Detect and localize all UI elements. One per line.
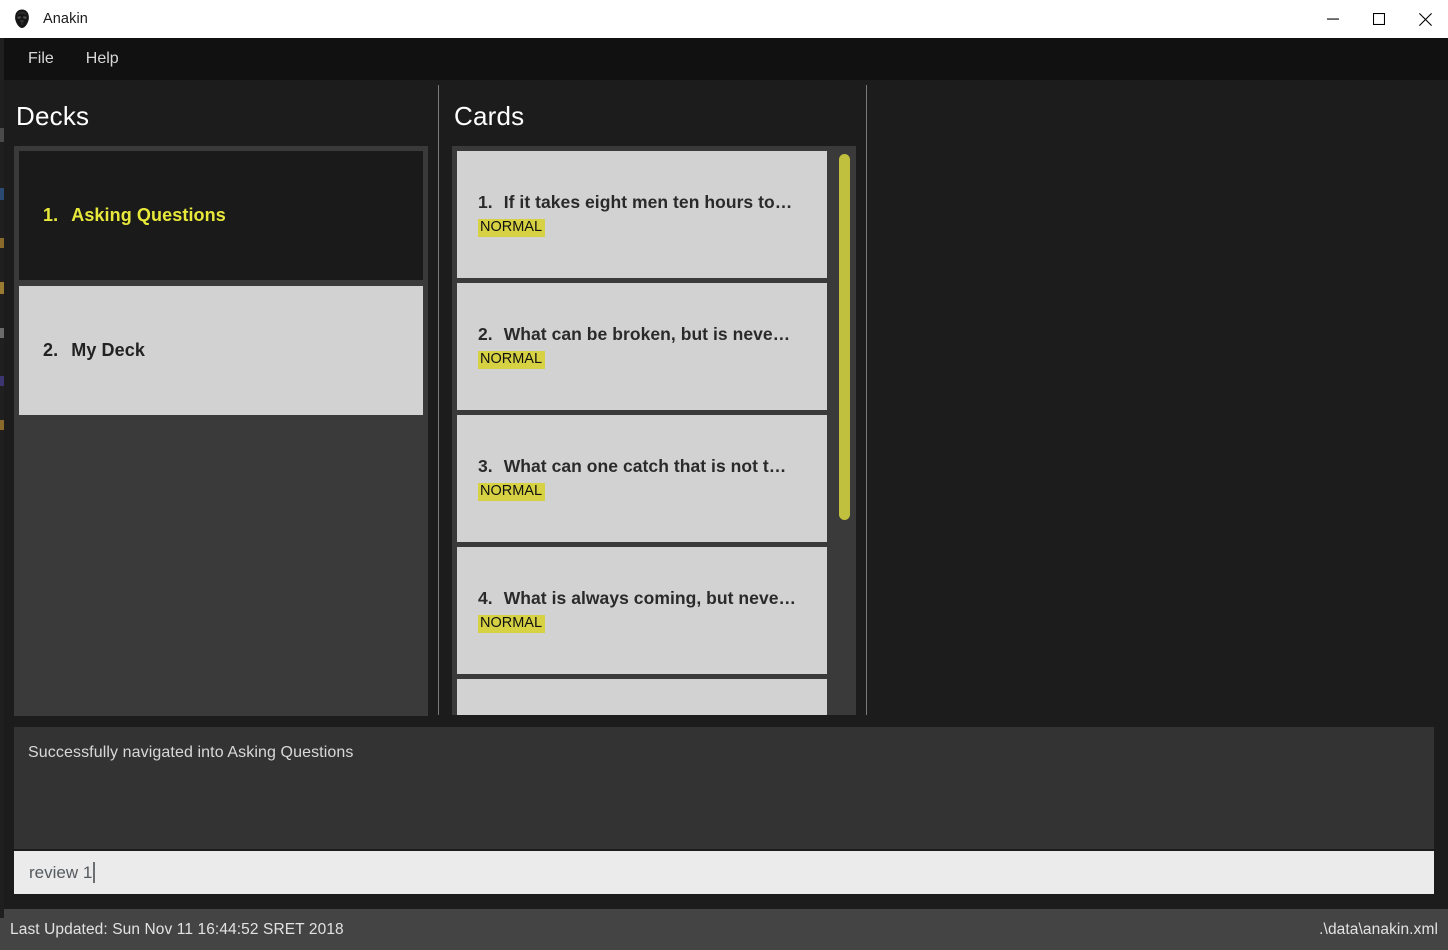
menu-item-help[interactable]: Help <box>78 46 127 72</box>
card-item[interactable]: 2. What can be broken, but is neve… NORMA… <box>457 283 827 410</box>
card-item-title-line: 1. If it takes eight men ten hours to… <box>478 192 827 213</box>
card-item-number: 1. <box>478 191 493 212</box>
pane-separator-cards-detail[interactable] <box>866 85 867 715</box>
status-last-updated: Last Updated: Sun Nov 11 16:44:52 SRET 2… <box>10 920 344 938</box>
background-window-sliver <box>0 38 4 918</box>
card-item[interactable]: 1. If it takes eight men ten hours to… NO… <box>457 151 827 278</box>
cards-list: 1. If it takes eight men ten hours to… NO… <box>452 146 856 715</box>
deck-item-asking-questions[interactable]: 1. Asking Questions <box>19 151 423 280</box>
card-status-badge: NORMAL <box>478 218 546 238</box>
close-button[interactable] <box>1402 0 1448 38</box>
deck-item-label: My Deck <box>71 340 145 360</box>
command-input-value: review 1 <box>29 862 93 882</box>
console-output-line: Successfully navigated into Asking Quest… <box>28 744 354 761</box>
decks-pane: Decks 1. Asking Questions 2. My Deck <box>14 80 428 716</box>
card-item-title: If it takes eight men ten hours to… <box>503 191 793 212</box>
deck-item-line: 2. My Deck <box>43 340 423 361</box>
card-status-badge: NORMAL <box>478 350 546 370</box>
cards-scrollbar-thumb[interactable] <box>839 154 850 520</box>
app-window: Anakin File Help Decks 1. Asking Question… <box>0 0 1448 950</box>
card-item-number: 2. <box>478 323 493 344</box>
menu-bar: File Help <box>0 38 1448 80</box>
card-item[interactable]: 4. What is always coming, but neve… NORMA… <box>457 547 827 674</box>
card-item-title: What can one catch that is not t… <box>503 455 787 476</box>
card-status-badge: NORMAL <box>478 482 546 502</box>
cards-scrollbar[interactable] <box>838 151 851 715</box>
decks-list: 1. Asking Questions 2. My Deck <box>14 146 428 716</box>
card-item[interactable] <box>457 679 827 715</box>
card-item-title-line: 3. What can one catch that is not t… <box>478 456 827 477</box>
status-bar: Last Updated: Sun Nov 11 16:44:52 SRET 2… <box>0 908 1448 950</box>
window-title: Anakin <box>43 11 88 27</box>
darth-vader-helmet-icon <box>11 8 33 30</box>
command-input[interactable]: review 1 <box>14 851 1434 894</box>
cards-pane-header: Cards <box>454 101 525 131</box>
card-item-title-line: 4. What is always coming, but neve… <box>478 588 827 609</box>
deck-item-line: 1. Asking Questions <box>43 205 423 226</box>
decks-pane-header: Decks <box>16 101 90 131</box>
detail-pane-empty <box>867 80 1448 718</box>
title-bar: Anakin <box>0 0 1448 38</box>
card-item[interactable]: 3. What can one catch that is not t… NORM… <box>457 415 827 542</box>
deck-item-label: Asking Questions <box>71 205 226 225</box>
cards-pane: Cards 1. If it takes eight men ten hours … <box>452 80 856 715</box>
deck-item-my-deck[interactable]: 2. My Deck <box>19 286 423 415</box>
text-caret <box>93 862 95 883</box>
maximize-button[interactable] <box>1356 0 1402 38</box>
cards-scroll-viewport: 1. If it takes eight men ten hours to… NO… <box>457 151 851 715</box>
card-item-number: 4. <box>478 587 493 608</box>
pane-separator-decks-cards[interactable] <box>438 85 439 715</box>
card-item-title: What is always coming, but neve… <box>503 587 797 608</box>
deck-item-number: 2. <box>43 340 59 360</box>
card-item-number: 3. <box>478 455 493 476</box>
minimize-button[interactable] <box>1310 0 1356 38</box>
status-file-path: .\data\anakin.xml <box>1319 920 1438 938</box>
deck-item-number: 1. <box>43 205 59 225</box>
card-item-title: What can be broken, but is neve… <box>503 323 791 344</box>
menu-item-file[interactable]: File <box>20 46 62 72</box>
main-content: Decks 1. Asking Questions 2. My Deck Cards <box>0 80 1448 718</box>
card-item-title-line: 2. What can be broken, but is neve… <box>478 324 827 345</box>
card-status-badge: NORMAL <box>478 614 546 634</box>
console-output: Successfully navigated into Asking Quest… <box>14 727 1434 849</box>
